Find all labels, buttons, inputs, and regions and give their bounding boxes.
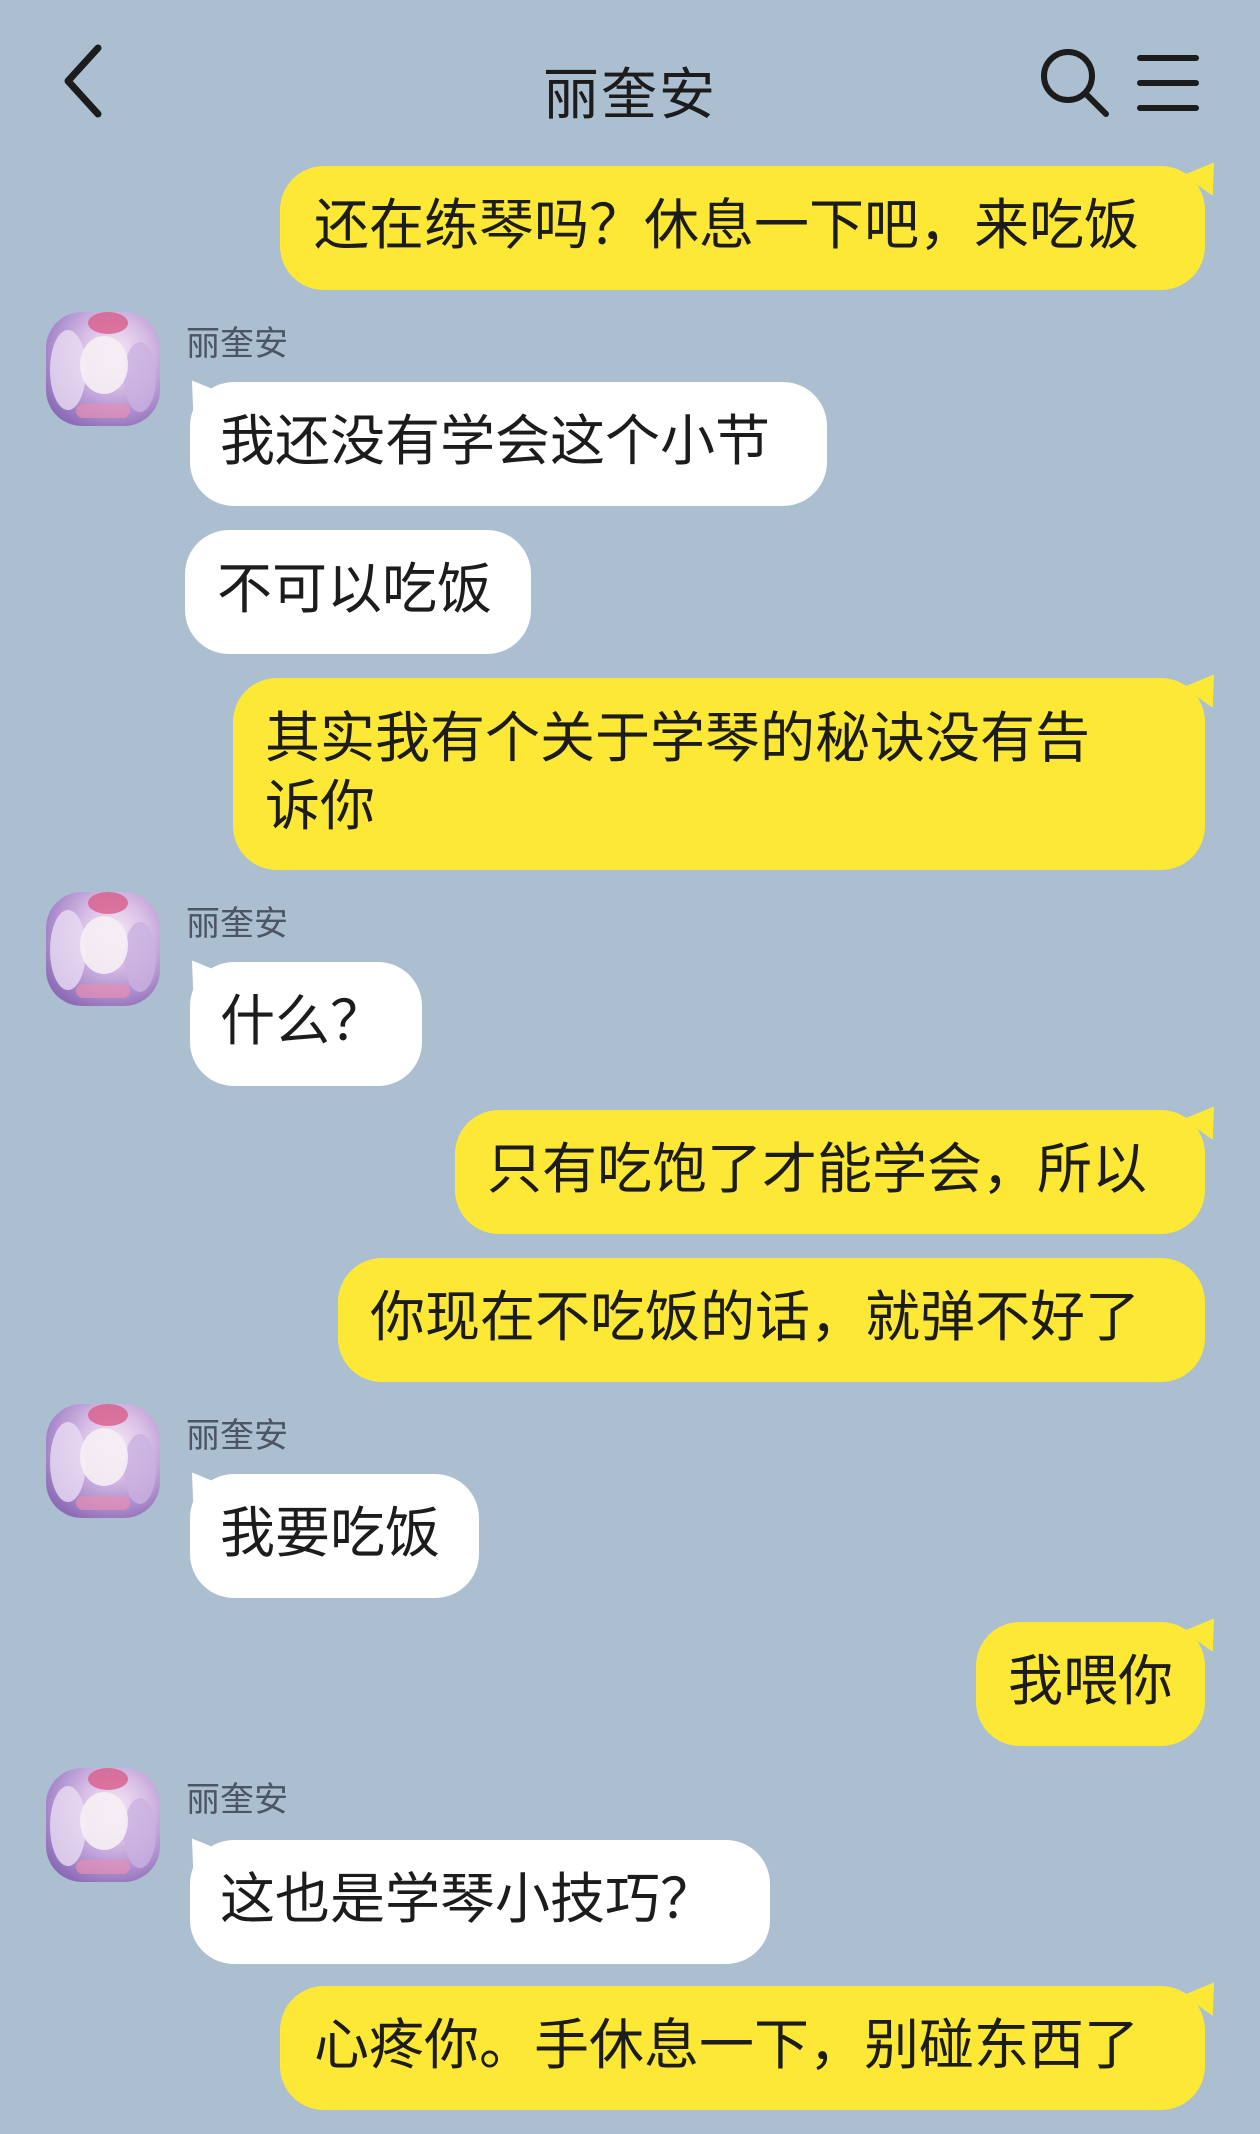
search-button[interactable] bbox=[1038, 46, 1112, 120]
sender-name: 丽奎安 bbox=[186, 1780, 288, 1820]
sender-name: 丽奎安 bbox=[186, 1416, 288, 1456]
menu-button[interactable] bbox=[1136, 52, 1200, 114]
message-bubble-received[interactable]: 不可以吃饭 bbox=[185, 530, 531, 654]
avatar[interactable] bbox=[46, 892, 160, 1006]
message-bubble-sent[interactable]: 还在练琴吗？休息一下吧，来吃饭 bbox=[280, 166, 1205, 290]
message-bubble-sent[interactable]: 你现在不吃饭的话，就弹不好了 bbox=[338, 1258, 1205, 1382]
search-icon bbox=[1041, 49, 1109, 117]
message-bubble-sent[interactable]: 只有吃饱了才能学会，所以 bbox=[455, 1110, 1205, 1234]
message-bubble-received[interactable]: 我要吃饭 bbox=[190, 1474, 479, 1598]
avatar[interactable] bbox=[46, 1404, 160, 1518]
sender-name: 丽奎安 bbox=[186, 904, 288, 944]
message-bubble-sent[interactable]: 心疼你。手休息一下，别碰东西了 bbox=[280, 1986, 1205, 2110]
chat-header: 丽奎安 bbox=[0, 0, 1260, 160]
message-bubble-received[interactable]: 我还没有学会这个小节 bbox=[190, 382, 827, 506]
message-bubble-sent[interactable]: 我喂你 bbox=[976, 1622, 1205, 1746]
avatar[interactable] bbox=[46, 1768, 160, 1882]
avatar[interactable] bbox=[46, 312, 160, 426]
message-bubble-sent[interactable]: 其实我有个关于学琴的秘诀没有告 诉你 bbox=[233, 678, 1205, 870]
message-bubble-received[interactable]: 这也是学琴小技巧？ bbox=[190, 1840, 770, 1964]
menu-icon bbox=[1137, 55, 1199, 111]
message-bubble-received[interactable]: 什么？ bbox=[190, 962, 422, 1086]
sender-name: 丽奎安 bbox=[186, 324, 288, 364]
